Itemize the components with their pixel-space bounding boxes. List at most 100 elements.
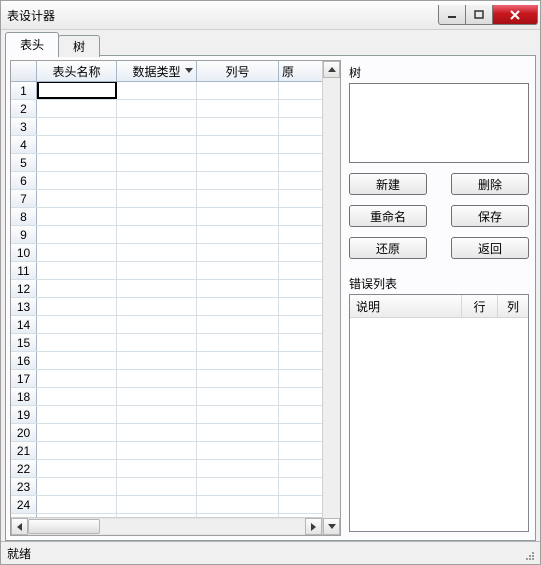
grid-cell[interactable] [279, 334, 322, 351]
grid-cell[interactable] [37, 136, 117, 153]
grid-cell[interactable] [117, 496, 197, 513]
grid-cell[interactable] [37, 100, 117, 117]
restore-button[interactable]: 还原 [349, 237, 427, 259]
grid-cell[interactable] [197, 442, 279, 459]
v-scrollbar[interactable] [322, 61, 340, 535]
grid-cell[interactable] [37, 280, 117, 297]
maximize-button[interactable] [465, 5, 493, 25]
table-row[interactable]: 8 [11, 208, 322, 226]
save-button[interactable]: 保存 [451, 205, 529, 227]
grid-cell[interactable] [117, 226, 197, 243]
table-row[interactable]: 3 [11, 118, 322, 136]
grid-cell[interactable] [37, 496, 117, 513]
grid-cell[interactable] [197, 136, 279, 153]
grid-cell[interactable] [117, 262, 197, 279]
rename-button[interactable]: 重命名 [349, 205, 427, 227]
table-row[interactable]: 9 [11, 226, 322, 244]
grid-cell[interactable] [117, 136, 197, 153]
row-header[interactable]: 2 [11, 100, 37, 117]
resize-grip[interactable] [520, 546, 534, 560]
grid-cell[interactable] [197, 478, 279, 495]
h-scrollbar[interactable] [11, 517, 322, 535]
grid-cell[interactable] [279, 352, 322, 369]
delete-button[interactable]: 删除 [451, 173, 529, 195]
grid-cell[interactable] [279, 298, 322, 315]
grid-cell[interactable] [197, 154, 279, 171]
table-row[interactable]: 4 [11, 136, 322, 154]
row-header[interactable]: 3 [11, 118, 37, 135]
grid-cell[interactable] [37, 190, 117, 207]
table-row[interactable]: 12 [11, 280, 322, 298]
row-header[interactable]: 24 [11, 496, 37, 513]
grid-cell[interactable] [279, 406, 322, 423]
grid-cell[interactable] [197, 82, 279, 99]
grid-cell[interactable] [197, 190, 279, 207]
grid-cell[interactable] [197, 172, 279, 189]
grid-col-extra[interactable]: 原 [279, 61, 322, 81]
grid-cell[interactable] [197, 100, 279, 117]
table-row[interactable]: 5 [11, 154, 322, 172]
grid-cell[interactable] [279, 226, 322, 243]
row-header[interactable]: 16 [11, 352, 37, 369]
grid-cell[interactable] [117, 370, 197, 387]
row-header[interactable]: 13 [11, 298, 37, 315]
grid-cell[interactable] [37, 244, 117, 261]
grid-cell[interactable] [37, 334, 117, 351]
grid-cell[interactable] [279, 388, 322, 405]
grid-cell[interactable] [37, 388, 117, 405]
grid-cell[interactable] [37, 208, 117, 225]
table-row[interactable]: 24 [11, 496, 322, 514]
grid-cell[interactable] [117, 100, 197, 117]
row-header[interactable]: 9 [11, 226, 37, 243]
grid-cell[interactable] [117, 424, 197, 441]
grid-cell[interactable] [279, 244, 322, 261]
grid-cell[interactable] [37, 226, 117, 243]
grid-cell[interactable] [279, 154, 322, 171]
row-header[interactable]: 23 [11, 478, 37, 495]
table-row[interactable]: 17 [11, 370, 322, 388]
grid-cell[interactable] [117, 388, 197, 405]
grid-cell[interactable] [117, 208, 197, 225]
table-row[interactable]: 15 [11, 334, 322, 352]
grid-cell[interactable] [117, 406, 197, 423]
grid-cell[interactable] [197, 406, 279, 423]
grid-cell[interactable] [279, 208, 322, 225]
grid-cell[interactable] [279, 136, 322, 153]
grid-body[interactable]: 1234567891011121314151617181920212223242… [11, 82, 322, 517]
error-col-col[interactable]: 列 [498, 295, 528, 317]
grid-cell[interactable] [279, 424, 322, 441]
grid-cell[interactable] [37, 478, 117, 495]
table-row[interactable]: 6 [11, 172, 322, 190]
grid-cell[interactable] [279, 280, 322, 297]
row-header[interactable]: 14 [11, 316, 37, 333]
grid-cell[interactable] [197, 208, 279, 225]
table-row[interactable]: 18 [11, 388, 322, 406]
grid-cell[interactable] [117, 118, 197, 135]
grid-cell[interactable] [117, 352, 197, 369]
table-row[interactable]: 1 [11, 82, 322, 100]
row-header[interactable]: 20 [11, 424, 37, 441]
h-scroll-track[interactable] [28, 518, 305, 535]
grid-cell[interactable] [279, 118, 322, 135]
h-scroll-thumb[interactable] [28, 519, 100, 534]
grid-cell[interactable] [37, 298, 117, 315]
grid-corner[interactable] [11, 61, 37, 81]
grid-cell[interactable] [117, 82, 197, 99]
grid-cell[interactable] [37, 442, 117, 459]
error-col-desc[interactable]: 说明 [350, 295, 462, 317]
grid-cell[interactable] [37, 82, 117, 99]
row-header[interactable]: 11 [11, 262, 37, 279]
grid-col-datatype[interactable]: 数据类型 [117, 61, 197, 81]
table-row[interactable]: 2 [11, 100, 322, 118]
row-header[interactable]: 8 [11, 208, 37, 225]
grid-cell[interactable] [279, 82, 322, 99]
tab-header[interactable]: 表头 [5, 32, 59, 56]
grid-cell[interactable] [117, 334, 197, 351]
grid-cell[interactable] [37, 262, 117, 279]
grid-cell[interactable] [279, 172, 322, 189]
grid-cell[interactable] [117, 280, 197, 297]
row-header[interactable]: 1 [11, 82, 37, 99]
grid-cell[interactable] [279, 370, 322, 387]
table-row[interactable]: 16 [11, 352, 322, 370]
grid-cell[interactable] [279, 442, 322, 459]
